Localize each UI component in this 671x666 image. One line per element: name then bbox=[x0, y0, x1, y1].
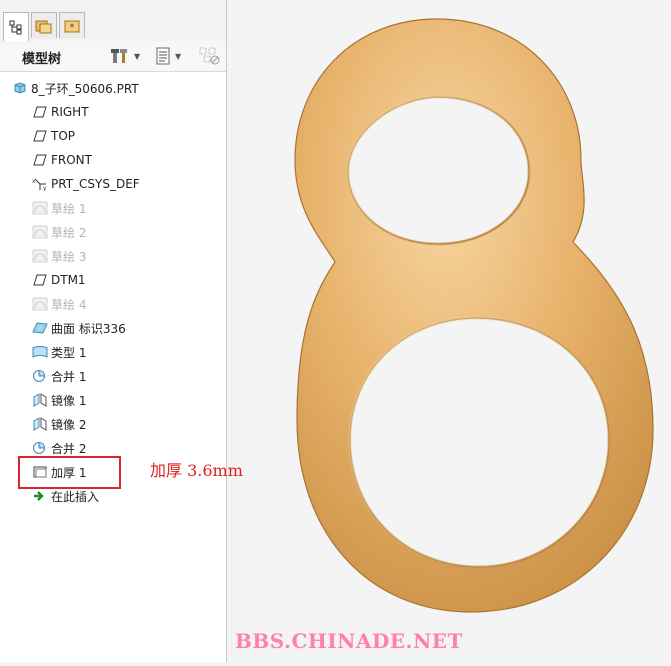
tree-item[interactable]: 镜像 1 bbox=[32, 388, 86, 412]
tree-item-label: 8_子环_50606.PRT bbox=[31, 81, 139, 96]
surface-icon bbox=[32, 320, 48, 336]
tree-item[interactable]: x y PRT_CSYS_DEF bbox=[32, 172, 140, 196]
datum-plane-icon bbox=[32, 272, 48, 288]
style-icon bbox=[32, 344, 48, 360]
tree-item[interactable]: 草绘 2 bbox=[32, 220, 86, 244]
tree-item-label: 草绘 1 bbox=[51, 201, 87, 216]
tree-item[interactable]: TOP bbox=[32, 124, 75, 148]
svg-text:x: x bbox=[32, 178, 36, 185]
datum-plane-icon bbox=[32, 128, 48, 144]
show-button[interactable]: ▼ bbox=[155, 45, 181, 67]
datum-plane-icon bbox=[32, 104, 48, 120]
sketch-icon bbox=[32, 200, 48, 216]
merge-icon bbox=[32, 368, 48, 384]
navigator-tab-bar: * bbox=[0, 0, 226, 42]
tree-item-label: 在此插入 bbox=[51, 489, 100, 504]
tree-item[interactable]: 曲面 标识336 bbox=[32, 316, 126, 340]
tree-item[interactable]: RIGHT bbox=[32, 100, 89, 124]
sketch-icon bbox=[32, 296, 48, 312]
tree-item[interactable]: DTM1 bbox=[32, 268, 86, 292]
tree-item-label: 镜像 2 bbox=[51, 417, 87, 432]
sketch-icon bbox=[32, 248, 48, 264]
mirror-icon bbox=[32, 416, 48, 432]
part-icon bbox=[12, 80, 28, 96]
tools-icon bbox=[111, 49, 127, 63]
settings-button[interactable]: ▼ bbox=[110, 45, 140, 67]
tree-item-label: DTM1 bbox=[51, 273, 86, 287]
tree-item-label: 草绘 4 bbox=[51, 297, 87, 312]
model-tree-title: 模型树 bbox=[22, 52, 62, 67]
sketch-icon bbox=[32, 224, 48, 240]
tree-item-label: 合并 2 bbox=[51, 441, 87, 456]
folder-browser-icon bbox=[35, 20, 52, 33]
tree-item[interactable]: 镜像 2 bbox=[32, 412, 86, 436]
graphics-viewport[interactable] bbox=[227, 0, 671, 662]
tree-item-label: TOP bbox=[51, 129, 76, 143]
insert-arrow-icon bbox=[32, 488, 48, 504]
tree-item-label: 草绘 3 bbox=[51, 249, 87, 264]
watermark-text: BBS.CHINADE.NET bbox=[235, 629, 463, 653]
tree-item-label: 镜像 1 bbox=[51, 393, 87, 408]
mirror-icon bbox=[32, 392, 48, 408]
figure-eight-ring-model bbox=[294, 18, 654, 613]
tree-item-label: PRT_CSYS_DEF bbox=[51, 177, 140, 191]
tree-item-label: FRONT bbox=[51, 153, 92, 167]
favorites-folder-icon: * bbox=[64, 20, 80, 33]
tree-item[interactable]: 8_子环_50606.PRT bbox=[12, 76, 139, 100]
tree-item[interactable]: 草绘 1 bbox=[32, 196, 86, 220]
list-icon bbox=[156, 47, 170, 65]
svg-text:*: * bbox=[70, 23, 75, 33]
chevron-down-icon: ▼ bbox=[175, 51, 182, 61]
tab-model-tree[interactable] bbox=[3, 12, 29, 41]
tree-item-label: RIGHT bbox=[51, 105, 89, 119]
tree-item[interactable]: 草绘 3 bbox=[32, 244, 86, 268]
merge-icon bbox=[32, 440, 48, 456]
datum-plane-icon bbox=[32, 152, 48, 168]
highlight-box bbox=[18, 456, 121, 489]
model-tree-tab-icon bbox=[9, 20, 22, 35]
tab-folder-browser[interactable] bbox=[31, 12, 57, 38]
tree-item-label: 合并 1 bbox=[51, 369, 87, 384]
filter-button[interactable] bbox=[199, 45, 221, 67]
filter-icon bbox=[199, 47, 220, 65]
tree-item[interactable]: 合并 1 bbox=[32, 364, 86, 388]
tree-item-label: 类型 1 bbox=[51, 345, 87, 360]
model-tree-panel: * 模型树 ▼ ▼ 8_子环_50606.PRT RIGHT TOP FRONT… bbox=[0, 0, 227, 662]
tree-item[interactable]: 草绘 4 bbox=[32, 292, 86, 316]
tree-item-label: 草绘 2 bbox=[51, 225, 87, 240]
csys-icon: xy bbox=[32, 176, 48, 192]
tree-item-label: 曲面 标识336 bbox=[51, 321, 126, 336]
tab-favorites[interactable]: * bbox=[59, 12, 85, 38]
model-tree-toolbar: 模型树 ▼ ▼ bbox=[0, 41, 226, 72]
svg-text:y: y bbox=[43, 185, 47, 191]
tree-item[interactable]: FRONT bbox=[32, 148, 92, 172]
tree-item[interactable]: 类型 1 bbox=[32, 340, 86, 364]
chevron-down-icon: ▼ bbox=[134, 51, 141, 61]
